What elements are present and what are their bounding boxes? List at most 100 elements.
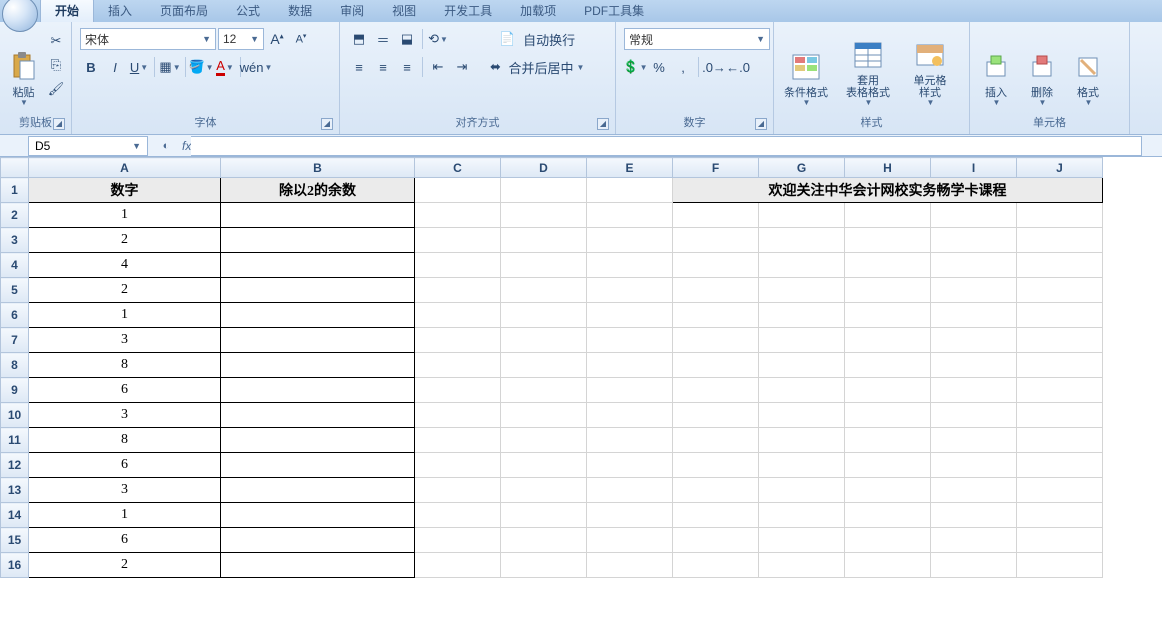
cell-A1[interactable]: 数字 [29,178,221,203]
copy-button[interactable]: ⎘ [45,54,67,76]
cell-F8[interactable] [673,353,759,378]
cell-J11[interactable] [1017,428,1103,453]
font-color-button[interactable]: A▼ [214,56,236,78]
cell-C10[interactable] [415,403,501,428]
cell-E16[interactable] [587,553,673,578]
cell-J6[interactable] [1017,303,1103,328]
comma-button[interactable]: , [672,56,694,78]
cell-F7[interactable] [673,328,759,353]
font-size-combo[interactable]: 12▼ [218,28,264,50]
cell-I4[interactable] [931,253,1017,278]
row-header-14[interactable]: 14 [1,503,29,528]
cell-J2[interactable] [1017,203,1103,228]
cell-G11[interactable] [759,428,845,453]
cell-D16[interactable] [501,553,587,578]
cell-A12[interactable]: 6 [29,453,221,478]
align-left-button[interactable]: ≡ [348,56,370,78]
cell-B4[interactable] [221,253,415,278]
cell-I12[interactable] [931,453,1017,478]
cell-F6[interactable] [673,303,759,328]
cell-G6[interactable] [759,303,845,328]
cell-E4[interactable] [587,253,673,278]
format-painter-button[interactable]: 🖌 [45,78,67,100]
col-header-G[interactable]: G [759,158,845,178]
cell-E9[interactable] [587,378,673,403]
conditional-format-button[interactable]: 条件格式▼ [778,26,834,110]
col-header-I[interactable]: I [931,158,1017,178]
cell-J8[interactable] [1017,353,1103,378]
cell-J5[interactable] [1017,278,1103,303]
banner-cell[interactable]: 欢迎关注中华会计网校实务畅学卡课程 [673,178,1103,203]
row-header-15[interactable]: 15 [1,528,29,553]
cell-E14[interactable] [587,503,673,528]
number-launcher[interactable]: ◢ [755,118,767,130]
cell-H13[interactable] [845,478,931,503]
cell-G9[interactable] [759,378,845,403]
wrap-text-button[interactable]: 📄 自动换行 [483,28,591,50]
cell-A15[interactable]: 6 [29,528,221,553]
delete-cells-button[interactable]: 删除▼ [1020,26,1064,110]
cell-G8[interactable] [759,353,845,378]
cell-F14[interactable] [673,503,759,528]
cell-E2[interactable] [587,203,673,228]
row-header-7[interactable]: 7 [1,328,29,353]
cell-C4[interactable] [415,253,501,278]
indent-increase-button[interactable]: ⇥ [451,56,473,78]
cell-C12[interactable] [415,453,501,478]
cell-A6[interactable]: 1 [29,303,221,328]
font-launcher[interactable]: ◢ [321,118,333,130]
row-header-8[interactable]: 8 [1,353,29,378]
row-header-2[interactable]: 2 [1,203,29,228]
select-all-corner[interactable] [1,158,29,178]
cell-F12[interactable] [673,453,759,478]
cell-J15[interactable] [1017,528,1103,553]
decrease-decimal-button[interactable]: ←.0 [727,56,749,78]
col-header-F[interactable]: F [673,158,759,178]
cell-E5[interactable] [587,278,673,303]
increase-decimal-button[interactable]: .0→ [703,56,725,78]
cell-G2[interactable] [759,203,845,228]
tab-7[interactable]: 开发工具 [430,0,506,22]
underline-button[interactable]: U▼ [128,56,150,78]
cell-C5[interactable] [415,278,501,303]
cell-J16[interactable] [1017,553,1103,578]
cell-G4[interactable] [759,253,845,278]
cell-G12[interactable] [759,453,845,478]
col-header-D[interactable]: D [501,158,587,178]
cell-D2[interactable] [501,203,587,228]
align-top-button[interactable]: ⬒ [348,28,370,50]
align-bottom-button[interactable]: ⬓ [396,28,418,50]
tab-4[interactable]: 数据 [274,0,326,22]
cell-E10[interactable] [587,403,673,428]
cell-H8[interactable] [845,353,931,378]
cell-A4[interactable]: 4 [29,253,221,278]
cell-D7[interactable] [501,328,587,353]
row-header-10[interactable]: 10 [1,403,29,428]
col-header-B[interactable]: B [221,158,415,178]
cell-J4[interactable] [1017,253,1103,278]
cell-I16[interactable] [931,553,1017,578]
italic-button[interactable]: I [104,56,126,78]
cell-H4[interactable] [845,253,931,278]
cell-G10[interactable] [759,403,845,428]
name-box[interactable]: D5▼ [28,136,148,156]
cell-B3[interactable] [221,228,415,253]
row-header-9[interactable]: 9 [1,378,29,403]
cell-B7[interactable] [221,328,415,353]
cell-H10[interactable] [845,403,931,428]
cell-B2[interactable] [221,203,415,228]
cell-B11[interactable] [221,428,415,453]
cell-D5[interactable] [501,278,587,303]
cell-G13[interactable] [759,478,845,503]
cell-F5[interactable] [673,278,759,303]
cell-H16[interactable] [845,553,931,578]
cell-I2[interactable] [931,203,1017,228]
cell-F4[interactable] [673,253,759,278]
cell-C15[interactable] [415,528,501,553]
cell-I6[interactable] [931,303,1017,328]
cell-H12[interactable] [845,453,931,478]
phonetic-button[interactable]: wén▼ [245,56,267,78]
tab-0[interactable]: 开始 [40,0,94,22]
cell-F15[interactable] [673,528,759,553]
borders-button[interactable]: ▦▼ [159,56,181,78]
